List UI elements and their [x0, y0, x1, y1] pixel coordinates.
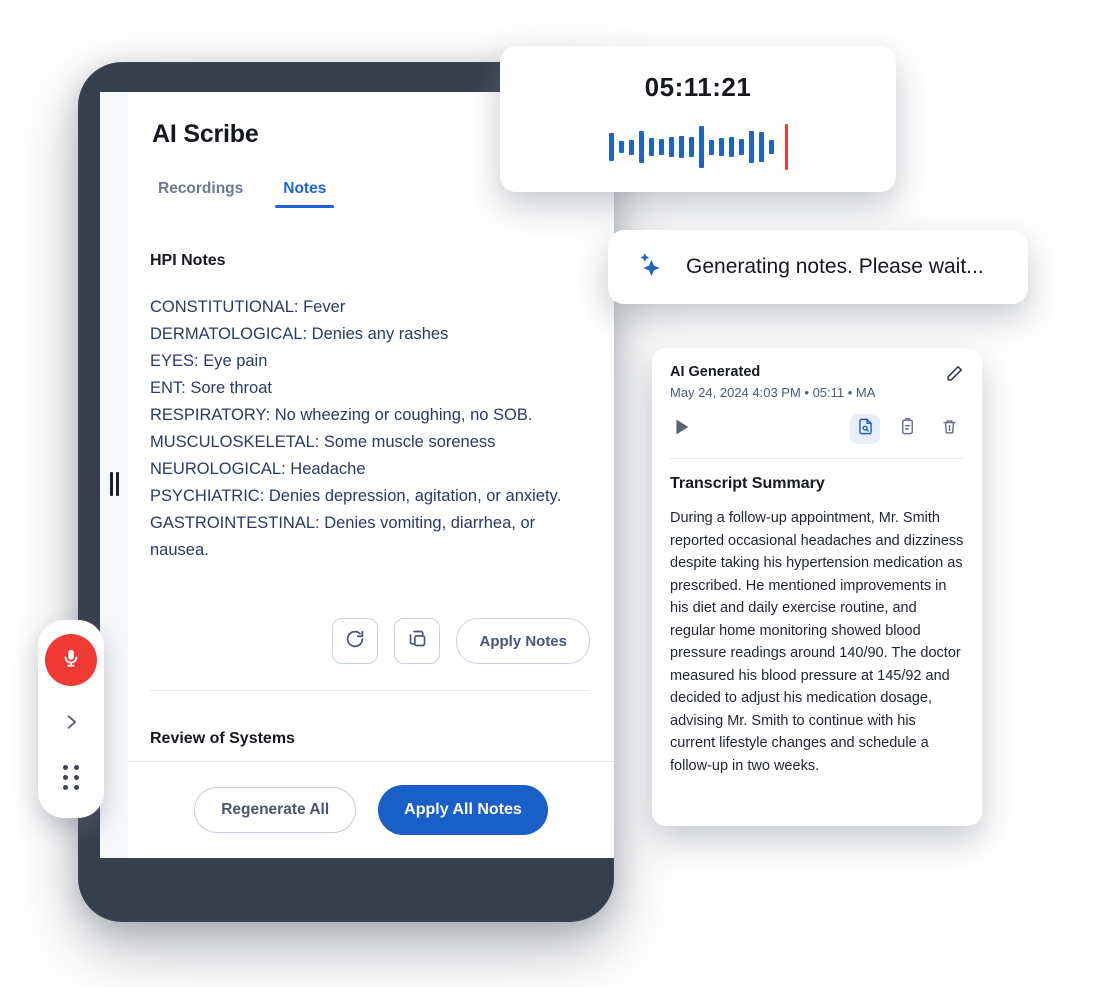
- waveform-bar: [698, 125, 704, 169]
- hpi-line: ENT: Sore throat: [150, 379, 272, 397]
- waveform-bar: [678, 135, 684, 159]
- tab-recordings[interactable]: Recordings: [150, 180, 251, 208]
- waveform-bar: [668, 137, 674, 157]
- hpi-line: RESPIRATORY: No wheezing or coughing, no…: [150, 406, 533, 424]
- waveform-bar: [618, 140, 624, 154]
- waveform-bar: [658, 138, 664, 156]
- recording-timer-card: 05:11:21: [500, 46, 896, 192]
- waveform-bar: [648, 138, 654, 156]
- panel-footer: Regenerate All Apply All Notes: [128, 761, 614, 858]
- trash-icon: [940, 417, 959, 441]
- transcript-summary-body: During a follow-up appointment, Mr. Smit…: [670, 510, 964, 774]
- ai-card-meta: May 24, 2024 4:03 PM • 05:11 • MA: [670, 385, 876, 400]
- tab-notes[interactable]: Notes: [275, 180, 335, 208]
- ai-scribe-panel: AI Scribe Recordings Notes HPI Notes CON…: [128, 92, 614, 858]
- pause-handle-icon[interactable]: [110, 472, 119, 496]
- waveform-bar: [728, 137, 734, 157]
- waveform-bar: [768, 140, 774, 154]
- section-divider: [150, 690, 590, 691]
- waveform-bar: [638, 130, 644, 164]
- screenshot-stage: AI Scribe Recordings Notes HPI Notes CON…: [0, 0, 1118, 987]
- generating-notes-toast: Generating notes. Please wait...: [608, 230, 1028, 304]
- apply-all-notes-button[interactable]: Apply All Notes: [378, 785, 548, 835]
- waveform-bar: [718, 138, 724, 156]
- hpi-line: MUSCULOSKELETAL: Some muscle soreness: [150, 433, 496, 451]
- waveform-bar: [608, 133, 614, 161]
- play-icon[interactable]: [670, 416, 692, 443]
- hpi-action-row: Apply Notes: [150, 618, 590, 664]
- hpi-line: GASTROINTESTINAL: Denies vomiting, diarr…: [150, 514, 540, 559]
- hpi-line: EYES: Eye pain: [150, 352, 268, 370]
- waveform-bar: [738, 138, 744, 156]
- drag-grip-icon[interactable]: [62, 765, 80, 790]
- page-title: AI Scribe: [152, 120, 259, 148]
- transcript-summary-icon: [856, 417, 875, 441]
- transcript-summary-button[interactable]: [850, 414, 880, 444]
- floating-mic-toolbar: [38, 620, 104, 818]
- ai-card-title: AI Generated: [670, 364, 761, 380]
- pencil-icon[interactable]: [945, 364, 964, 388]
- hpi-line: PSYCHIATRIC: Denies depression, agitatio…: [150, 487, 562, 505]
- copy-button[interactable]: [394, 618, 441, 664]
- audio-waveform[interactable]: [608, 123, 788, 171]
- clipboard-icon: [898, 417, 917, 441]
- delete-recording-button[interactable]: [934, 414, 964, 444]
- hpi-line: CONSTITUTIONAL: Fever: [150, 298, 346, 316]
- review-of-systems-title: Review of Systems: [150, 730, 295, 747]
- refresh-icon: [344, 628, 366, 655]
- regenerate-button[interactable]: [332, 618, 379, 664]
- waveform-bar: [758, 132, 764, 162]
- copy-transcript-button[interactable]: [892, 414, 922, 444]
- waveform-bar: [708, 139, 714, 155]
- regenerate-all-button[interactable]: Regenerate All: [194, 787, 357, 833]
- ai-card-divider: [670, 458, 964, 459]
- ai-card-tools: [850, 414, 964, 444]
- transcript-summary-title: Transcript Summary: [670, 475, 825, 492]
- sparkle-ai-icon: [632, 247, 668, 288]
- tab-bar: Recordings Notes: [150, 180, 335, 208]
- ai-generated-card: AI Generated May 24, 2024 4:03 PM • 05:1…: [652, 348, 982, 826]
- record-button[interactable]: [45, 634, 97, 686]
- ai-card-toolbar: [670, 414, 964, 444]
- ai-card-header: AI Generated May 24, 2024 4:03 PM • 05:1…: [670, 364, 964, 400]
- hpi-line: NEUROLOGICAL: Headache: [150, 460, 366, 478]
- timer-value: 05:11:21: [644, 72, 752, 102]
- expand-toolbar-button[interactable]: [61, 712, 81, 737]
- toast-message: Generating notes. Please wait...: [686, 255, 984, 278]
- waveform-bar: [688, 137, 694, 157]
- microphone-icon: [60, 647, 82, 674]
- apply-notes-button[interactable]: Apply Notes: [456, 618, 590, 664]
- waveform-playhead[interactable]: [784, 124, 788, 170]
- hpi-notes-body: CONSTITUTIONAL: Fever DERMATOLOGICAL: De…: [150, 294, 586, 564]
- waveform-bar: [748, 130, 754, 164]
- chevron-right-icon: [61, 715, 81, 736]
- copy-icon: [407, 628, 428, 654]
- waveform-bar: [628, 139, 634, 155]
- hpi-line: DERMATOLOGICAL: Denies any rashes: [150, 325, 449, 343]
- hpi-notes-title: HPI Notes: [150, 252, 226, 269]
